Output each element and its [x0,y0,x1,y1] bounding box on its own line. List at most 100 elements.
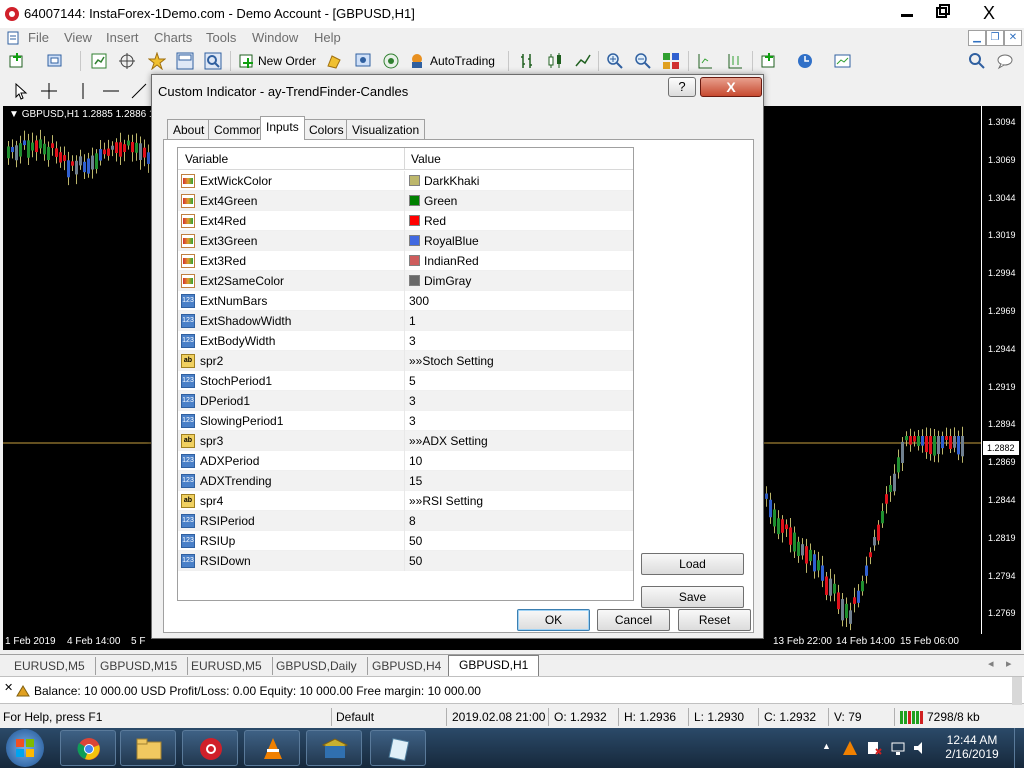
vertical-line-icon[interactable] [74,82,92,100]
input-value[interactable]: RoyalBlue [424,234,479,248]
input-value[interactable]: 5 [409,374,416,388]
menu-window[interactable]: Window [252,30,298,45]
load-button[interactable]: Load [641,553,744,575]
new-chart-icon[interactable] [8,52,26,70]
strategy-tester-icon[interactable] [204,52,222,70]
crosshair-move-icon[interactable] [118,52,136,70]
terminal-icon[interactable] [176,52,194,70]
zoom-in-icon[interactable] [606,52,624,70]
menu-view[interactable]: View [64,30,92,45]
indicators-icon[interactable] [760,52,778,70]
input-value[interactable]: 15 [409,474,422,488]
chart-tab[interactable]: GBPUSD,M15 [90,657,189,675]
input-value[interactable]: 3 [409,334,416,348]
column-value[interactable]: Value [411,152,441,166]
input-row[interactable]: 123 SlowingPeriod1 3 [178,411,633,431]
autotrading-button[interactable]: AutoTrading [406,50,502,72]
taskbar-chrome[interactable] [60,730,116,766]
tray-expand-icon[interactable]: ▲ [822,741,831,751]
dialog-close-button[interactable]: X [700,77,762,97]
input-row[interactable]: ab spr3 »»ADX Setting [178,431,633,451]
input-value[interactable]: DimGray [424,274,471,288]
menu-insert[interactable]: Insert [106,30,139,45]
input-row[interactable]: 123 StochPeriod1 5 [178,371,633,391]
input-value[interactable]: 3 [409,394,416,408]
signals-icon[interactable] [354,52,372,70]
input-value[interactable]: Red [424,214,446,228]
tile-windows-icon[interactable] [662,52,680,70]
input-value[interactable]: »»RSI Setting [409,494,483,508]
tab-inputs[interactable]: Inputs [260,116,305,140]
input-row[interactable]: Ext3Red IndianRed [178,251,633,271]
reset-button[interactable]: Reset [678,609,751,631]
chart-tab[interactable]: GBPUSD,H4 [362,657,453,675]
menu-file[interactable]: File [28,30,49,45]
zoom-out-icon[interactable] [634,52,652,70]
menu-tools[interactable]: Tools [206,30,236,45]
input-row[interactable]: 123 DPeriod1 3 [178,391,633,411]
horizontal-line-icon[interactable] [102,82,120,100]
menu-charts[interactable]: Charts [154,30,192,45]
volume-icon[interactable] [912,740,928,756]
terminal-scrollbar[interactable] [1012,677,1022,705]
chart-tab[interactable]: EURUSD,M5 [4,657,96,675]
tray-clock[interactable]: 12:44 AM 2/16/2019 [932,733,1012,761]
ok-button[interactable]: OK [517,609,590,631]
tabs-scroll-right-icon[interactable]: ▸ [1006,657,1012,670]
input-row[interactable]: 123 ExtNumBars 300 [178,291,633,311]
input-row[interactable]: 123 RSIPeriod 8 [178,511,633,531]
taskbar-notes[interactable] [370,730,426,766]
restore-button[interactable] [920,0,966,26]
input-value[interactable]: Green [424,194,457,208]
input-row[interactable]: 123 ADXPeriod 10 [178,451,633,471]
input-value[interactable]: DarkKhaki [424,174,479,188]
input-value[interactable]: 300 [409,294,429,308]
vlc-tray-icon[interactable] [842,740,858,756]
input-value[interactable]: 10 [409,454,422,468]
taskbar-app[interactable] [306,730,362,766]
tab-visualization[interactable]: Visualization [346,119,426,139]
metaeditor-icon[interactable] [326,52,344,70]
input-row[interactable]: 123 ExtShadowWidth 1 [178,311,633,331]
input-row[interactable]: 123 ExtBodyWidth 3 [178,331,633,351]
input-row[interactable]: ab spr2 »»Stoch Setting [178,351,633,371]
cursor-icon[interactable] [12,82,30,100]
show-desktop-button[interactable] [1014,728,1024,768]
mdi-restore-button[interactable]: ❐ [986,30,1004,46]
input-value[interactable]: 50 [409,554,422,568]
input-value[interactable]: 8 [409,514,416,528]
chart-tab[interactable]: EURUSD,M5 [181,657,273,675]
periods-clock-icon[interactable] [796,52,814,70]
dialog-help-button[interactable]: ? [668,77,696,97]
chart-shift-icon[interactable] [696,52,714,70]
input-row[interactable]: Ext2SameColor DimGray [178,271,633,291]
cancel-button[interactable]: Cancel [597,609,670,631]
status-profile[interactable]: Default [336,710,374,724]
search-icon[interactable] [968,52,986,70]
input-value[interactable]: IndianRed [424,254,479,268]
input-value[interactable]: »»Stoch Setting [409,354,494,368]
input-row[interactable]: Ext3Green RoyalBlue [178,231,633,251]
terminal-close-icon[interactable]: ✕ [4,681,13,694]
input-value[interactable]: 50 [409,534,422,548]
bar-chart-icon[interactable] [518,52,536,70]
navigator-icon[interactable] [148,52,166,70]
network-icon[interactable] [890,740,906,756]
chart-tab-active[interactable]: GBPUSD,H1 [448,655,540,676]
tab-about[interactable]: About [167,119,211,139]
input-row[interactable]: Ext4Red Red [178,211,633,231]
window-close-button[interactable]: X [966,0,1012,26]
candlestick-icon[interactable] [546,52,564,70]
input-value[interactable]: 1 [409,314,416,328]
line-chart-icon[interactable] [574,52,592,70]
tabs-scroll-left-icon[interactable]: ◂ [988,657,994,670]
input-row[interactable]: 123 RSIDown 50 [178,551,633,571]
autoscroll-icon[interactable] [726,52,744,70]
input-value[interactable]: 3 [409,414,416,428]
new-order-button[interactable]: New Order [236,50,318,72]
taskbar-instaforex[interactable] [182,730,238,766]
column-variable[interactable]: Variable [185,152,228,166]
profiles-icon[interactable] [46,52,64,70]
input-value[interactable]: »»ADX Setting [409,434,488,448]
templates-icon[interactable] [834,52,852,70]
